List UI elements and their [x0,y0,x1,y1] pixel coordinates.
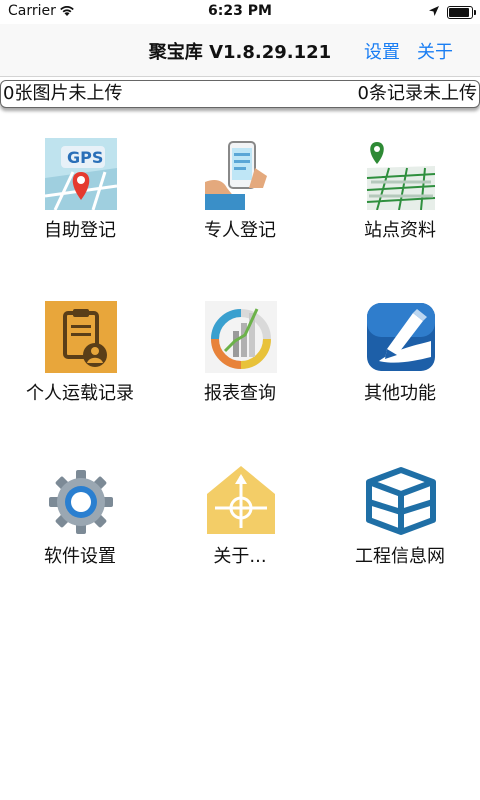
settings-button[interactable]: 设置 [364,38,400,64]
menu-item-label: 个人运载记录 [26,383,134,404]
menu-item-label: 站点资料 [364,220,436,241]
pen-icon [367,303,435,371]
menu-item-self-register[interactable]: GPS 自助登记 [0,138,160,278]
menu-item-report-query[interactable]: 报表查询 [160,301,320,441]
house-compass-icon [207,466,275,534]
battery-icon [447,6,476,19]
report-chart-icon [205,301,277,373]
menu-item-engineering-network[interactable]: 工程信息网 [320,464,480,604]
about-button[interactable]: 关于 [417,38,453,64]
upload-status-bar: 0张图片未上传 0条记录未上传 [0,80,480,108]
svg-text:GPS: GPS [67,148,103,167]
clipboard-user-icon [45,301,117,373]
battery-fill [449,8,469,17]
status-time: 6:23 PM [208,3,272,19]
map-pin-icon [365,138,437,210]
menu-item-about[interactable]: 关于... [160,464,320,604]
menu-item-staff-register[interactable]: 专人登记 [160,138,320,278]
gear-icon [49,470,113,534]
status-bar: Carrier 6:23 PM [0,0,480,24]
menu-item-label: 软件设置 [44,546,116,567]
menu-item-transport-record[interactable]: 个人运载记录 [0,301,160,441]
menu-item-label: 自助登记 [44,220,116,241]
box-network-icon [366,467,436,535]
gps-map-icon: GPS [45,138,117,210]
menu-item-site-info[interactable]: 站点资料 [320,138,480,278]
app-title: 聚宝库 V1.8.29.121 [148,42,332,63]
pending-records-text: 0条记录未上传 [357,83,477,104]
menu-item-app-settings[interactable]: 软件设置 [0,464,160,604]
location-arrow-icon [429,6,439,16]
menu-item-other-functions[interactable]: 其他功能 [320,301,480,441]
menu-item-label: 专人登记 [204,220,276,241]
menu-item-label: 其他功能 [364,383,436,404]
navigation-bar: 聚宝库 V1.8.29.121 设置 关于 [0,24,480,77]
pending-images-text: 0张图片未上传 [3,83,123,104]
phone-hand-icon [205,138,277,210]
menu-item-label: 报表查询 [204,383,276,404]
menu-item-label: 关于... [213,546,267,567]
menu-item-label: 工程信息网 [355,546,445,567]
